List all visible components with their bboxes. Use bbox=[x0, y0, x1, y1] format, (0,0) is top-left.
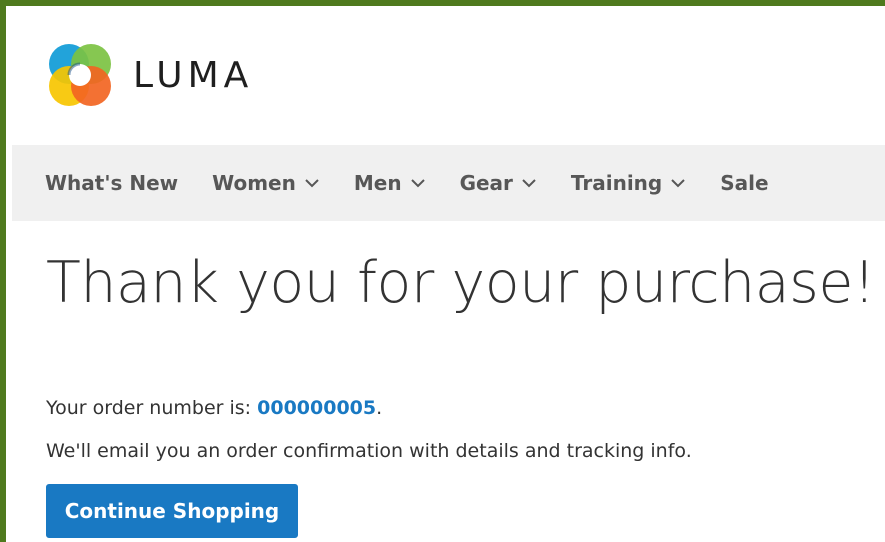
luma-logo-icon bbox=[49, 44, 111, 106]
logo-link[interactable]: LUMA bbox=[45, 40, 253, 110]
site-header: LUMA bbox=[12, 12, 885, 144]
chevron-down-icon bbox=[305, 179, 319, 188]
nav-item-men[interactable]: Men bbox=[354, 171, 426, 195]
nav-item-whats-new[interactable]: What's New bbox=[45, 171, 178, 195]
chevron-down-icon bbox=[522, 179, 536, 188]
chevron-down-icon bbox=[410, 179, 425, 188]
chevron-down-icon bbox=[671, 179, 685, 188]
nav-item-women[interactable]: Women bbox=[212, 171, 320, 195]
page: LUMA What's New Women Men Gear Training … bbox=[12, 12, 885, 542]
window-frame: LUMA What's New Women Men Gear Training … bbox=[0, 0, 885, 542]
nav-label: Gear bbox=[459, 171, 513, 195]
order-number-line: Your order number is: 000000005. bbox=[46, 397, 382, 419]
order-number-link[interactable]: 000000005 bbox=[257, 397, 376, 419]
order-suffix: . bbox=[376, 397, 383, 419]
nav-label: Sale bbox=[720, 171, 769, 195]
nav-label: What's New bbox=[45, 171, 179, 195]
continue-shopping-button[interactable]: Continue Shopping bbox=[46, 484, 298, 538]
logo-text: LUMA bbox=[133, 54, 254, 96]
email-confirmation-text: We'll email you an order confirmation wi… bbox=[46, 440, 692, 462]
nav-label: Men bbox=[353, 171, 402, 195]
page-title: Thank you for your purchase! bbox=[46, 250, 876, 316]
order-prefix: Your order number is: bbox=[46, 397, 258, 419]
nav-item-sale[interactable]: Sale bbox=[720, 171, 768, 195]
main-navigation: What's New Women Men Gear Training Sale bbox=[12, 145, 885, 221]
nav-item-gear[interactable]: Gear bbox=[460, 171, 537, 195]
nav-label: Training bbox=[570, 171, 663, 195]
nav-label: Women bbox=[212, 171, 296, 195]
nav-item-training[interactable]: Training bbox=[571, 171, 686, 195]
